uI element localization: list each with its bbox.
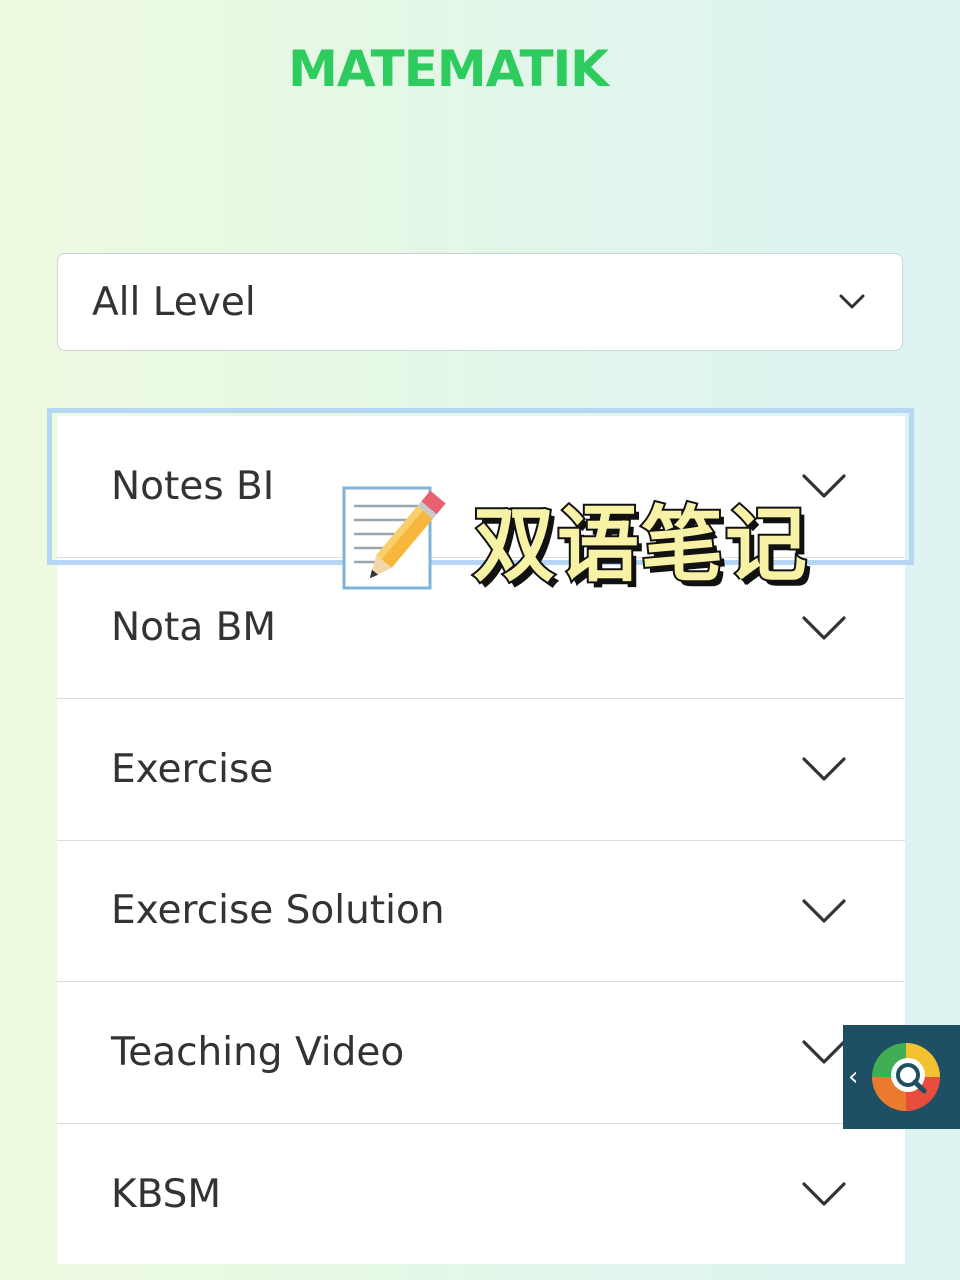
chevron-down-icon [802,1182,846,1206]
floating-search-widget[interactable]: ‹ [843,1025,960,1129]
chevron-down-icon [839,294,865,309]
chevron-down-icon [802,1040,846,1064]
accordion-item-teaching-video[interactable]: Teaching Video [57,982,905,1124]
accordion-item-label: Notes BI [111,463,275,509]
accordion-item-exercise[interactable]: Exercise [57,699,905,841]
accordion-item-label: KBSM [111,1171,222,1217]
accordion-item-label: Exercise [111,746,274,792]
bilingual-notes-overlay: 双语笔记 [340,482,809,595]
overlay-caption: 双语笔记 [471,496,810,595]
chevron-down-icon [802,757,846,781]
chevron-down-icon [802,899,846,923]
widget-collapse-chevron[interactable]: ‹ [848,1062,866,1092]
accordion-item-label: Nota BM [111,605,277,651]
accordion-item-label: Teaching Video [111,1029,405,1075]
level-select-dropdown[interactable]: All Level [57,253,903,351]
search-app-icon[interactable] [866,1035,950,1119]
page-title: MATEMATIK [288,40,609,98]
memo-pencil-icon [342,486,446,590]
chevron-down-icon [802,616,846,640]
accordion-item-label: Exercise Solution [111,888,445,934]
accordion-item-exercise-solution[interactable]: Exercise Solution [57,841,905,982]
level-select-value: All Level [92,279,256,325]
accordion-item-kbsm[interactable]: KBSM [57,1124,905,1266]
